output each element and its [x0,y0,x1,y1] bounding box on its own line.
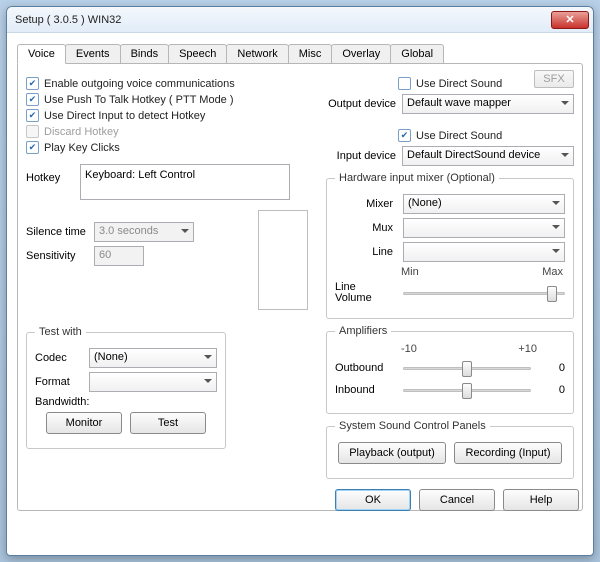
amplifiers-group: Amplifiers -10 +10 Outbound 0 [326,325,574,414]
titlebar: Setup ( 3.0.5 ) WIN32 ✕ [7,7,593,33]
sensitivity-input[interactable]: 60 [94,246,144,266]
close-button[interactable]: ✕ [551,11,589,29]
codec-label: Codec [35,352,83,364]
dialog-footer: OK Cancel Help [335,489,579,511]
lbl-enable-voice: Enable outgoing voice communications [44,78,235,90]
tab-global[interactable]: Global [390,44,444,64]
tab-events[interactable]: Events [65,44,121,64]
chk-enable-voice[interactable] [26,77,39,90]
max-label: Max [542,266,563,278]
mixer-group: Hardware input mixer (Optional) Mixer (N… [326,172,574,319]
inbound-thumb[interactable] [462,383,472,399]
outbound-thumb[interactable] [462,361,472,377]
bandwidth-label: Bandwidth: [35,396,89,408]
mixer-combo[interactable]: (None) [403,194,565,214]
format-combo[interactable] [89,372,217,392]
hotkey-label: Hotkey [26,164,74,184]
cancel-button[interactable]: Cancel [419,489,495,511]
right-column: Use Direct Sound Output device Default w… [326,74,574,485]
outbound-value: 0 [541,362,565,374]
window-title: Setup ( 3.0.5 ) WIN32 [15,14,551,26]
lbl-in-direct-sound: Use Direct Sound [416,130,502,142]
mixer-label: Mixer [335,198,397,210]
sensitivity-label: Sensitivity [26,250,88,262]
min-label: Min [401,266,419,278]
output-device-combo[interactable]: Default wave mapper [402,94,574,114]
syspanels-legend: System Sound Control Panels [335,420,490,432]
tab-misc[interactable]: Misc [288,44,333,64]
line-label: Line [335,246,397,258]
close-icon: ✕ [565,13,574,26]
tab-speech[interactable]: Speech [168,44,227,64]
testwith-legend: Test with [35,326,86,338]
silence-label: Silence time [26,226,88,238]
codec-combo[interactable]: (None) [89,348,217,368]
chk-discard-hotkey [26,125,39,138]
tab-strip: Voice Events Binds Speech Network Misc O… [17,43,583,63]
lbl-direct-input: Use Direct Input to detect Hotkey [44,110,205,122]
chk-direct-input[interactable] [26,109,39,122]
input-device-combo[interactable]: Default DirectSound device [402,146,574,166]
silence-combo[interactable]: 3.0 seconds [94,222,194,242]
chk-ptt[interactable] [26,93,39,106]
outbound-label: Outbound [335,362,397,374]
sfx-button[interactable]: SFX [534,70,574,88]
tab-overlay[interactable]: Overlay [331,44,391,64]
voice-panel: SFX Enable outgoing voice communications… [17,63,583,511]
amp-min-label: -10 [401,343,417,355]
amplifiers-legend: Amplifiers [335,325,391,337]
linevol-thumb[interactable] [547,286,557,302]
line-combo[interactable] [403,242,565,262]
lbl-key-clicks: Play Key Clicks [44,142,120,154]
chk-in-direct-sound[interactable] [398,129,411,142]
chk-key-clicks[interactable] [26,141,39,154]
mux-combo[interactable] [403,218,565,238]
chk-out-direct-sound[interactable] [398,77,411,90]
test-button[interactable]: Test [130,412,206,434]
lbl-ptt: Use Push To Talk Hotkey ( PTT Mode ) [44,94,234,106]
help-button[interactable]: Help [503,489,579,511]
playback-button[interactable]: Playback (output) [338,442,446,464]
testwith-group: Test with Codec (None) Format Bandwidth: [26,326,226,449]
tab-network[interactable]: Network [226,44,288,64]
hotkey-input[interactable]: Keyboard: Left Control [80,164,290,200]
content-area: Voice Events Binds Speech Network Misc O… [7,33,593,519]
recording-button[interactable]: Recording (Input) [454,442,562,464]
lbl-discard-hotkey: Discard Hotkey [44,126,119,138]
syspanels-group: System Sound Control Panels Playback (ou… [326,420,574,479]
mux-label: Mux [335,222,397,234]
tab-voice[interactable]: Voice [17,44,66,64]
level-meter [258,210,308,310]
ok-button[interactable]: OK [335,489,411,511]
inbound-slider[interactable] [403,381,531,399]
monitor-button[interactable]: Monitor [46,412,122,434]
linevol-label: Line Volume [335,282,397,304]
window: Setup ( 3.0.5 ) WIN32 ✕ Voice Events Bin… [6,6,594,556]
output-device-label: Output device [326,98,396,110]
inbound-value: 0 [541,384,565,396]
inbound-label: Inbound [335,384,397,396]
outbound-slider[interactable] [403,359,531,377]
format-label: Format [35,376,83,388]
amp-max-label: +10 [518,343,537,355]
mixer-legend: Hardware input mixer (Optional) [335,172,499,184]
lbl-out-direct-sound: Use Direct Sound [416,78,502,90]
tab-binds[interactable]: Binds [120,44,170,64]
linevol-slider[interactable] [403,284,565,302]
input-device-label: Input device [326,150,396,162]
